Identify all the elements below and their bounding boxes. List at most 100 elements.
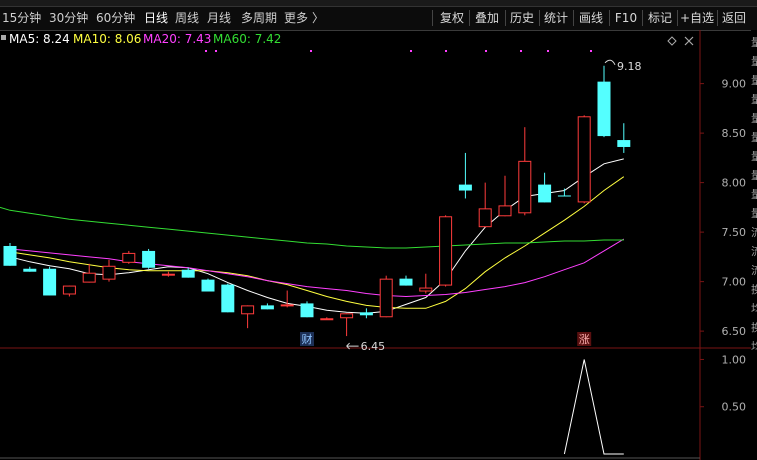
back-button[interactable]: 返回: [718, 8, 750, 28]
right-tab-label[interactable]: 量: [751, 37, 757, 49]
toolbar: 15分钟 30分钟 60分钟 日线 周线 月线 多周期 更多 〉 复权 叠加 历…: [0, 0, 757, 31]
signal-line: [563, 359, 624, 455]
y-tick-label: 7.50: [722, 226, 747, 239]
divider: [432, 10, 433, 26]
tab-weekly[interactable]: 周线: [175, 9, 199, 27]
right-tab-label[interactable]: 流: [751, 265, 757, 277]
right-tab-label[interactable]: 量: [751, 75, 757, 87]
y-tick-label: 0.50: [722, 401, 747, 414]
candle-body: [3, 245, 17, 266]
candle-body: [419, 287, 433, 292]
legend-ma10: MA10: 8.06: [73, 32, 141, 46]
diamond-icon[interactable]: [667, 36, 677, 46]
overlay-button[interactable]: 叠加: [471, 8, 503, 28]
kline-chart[interactable]: MA5: 8.24 MA10: 8.06 MA20: 7.43 MA60: 7.42 9…: [0, 30, 751, 460]
legend-ma20: MA20: 7.43: [143, 32, 211, 46]
candle-body: [478, 208, 492, 228]
candle-body: [221, 284, 235, 313]
series-ma5: [9, 158, 624, 314]
y-tick-label: 8.50: [722, 127, 747, 140]
add-watchlist-button[interactable]: +自选: [678, 8, 716, 28]
candle-body: [498, 205, 512, 217]
finance-marker: 财: [302, 332, 313, 346]
high-arrow: [604, 59, 616, 66]
candle-body: [241, 305, 255, 315]
right-panel-tabs[interactable]: 量量量量量量量量量量流流流换均换均: [751, 30, 757, 460]
mark-button[interactable]: 标记: [644, 8, 676, 28]
candle-body: [142, 250, 156, 268]
candle-body: [458, 184, 472, 191]
candle-body: [43, 268, 57, 296]
candle-body: [300, 303, 314, 318]
right-tab-label[interactable]: 量: [751, 170, 757, 182]
right-tab-label[interactable]: 量: [751, 189, 757, 201]
y-tick-label: 6.50: [722, 325, 747, 338]
rise-marker: 涨: [579, 333, 590, 346]
candle-body: [181, 269, 195, 278]
divider: [469, 10, 470, 26]
right-tab-label[interactable]: 量: [751, 56, 757, 68]
candle-body: [320, 318, 334, 321]
candle-body: [62, 285, 76, 295]
event-dot: [215, 50, 217, 52]
candle-body: [359, 312, 373, 316]
divider: [642, 10, 643, 26]
candle-body: [23, 268, 37, 272]
candle-body: [161, 273, 175, 276]
right-tab-label[interactable]: 量: [751, 132, 757, 144]
event-dot: [547, 50, 549, 52]
right-tab-label[interactable]: 流: [751, 227, 757, 239]
divider: [609, 10, 610, 26]
event-dot: [410, 50, 412, 52]
event-dot: [520, 50, 522, 52]
candle-body: [260, 305, 274, 310]
tab-daily[interactable]: 日线: [144, 9, 168, 27]
right-tab-label[interactable]: 均: [751, 303, 757, 315]
right-tab-label[interactable]: 流: [751, 246, 757, 258]
tab-multi-period[interactable]: 多周期: [241, 9, 277, 27]
candle-body: [597, 81, 611, 137]
top-strip: [0, 0, 757, 7]
divider: [573, 10, 574, 26]
y-tick-label: 8.00: [722, 177, 747, 190]
right-tab-label[interactable]: 量: [751, 208, 757, 220]
history-button[interactable]: 历史: [506, 8, 538, 28]
right-tab-label[interactable]: 量: [751, 151, 757, 163]
candle-body: [340, 313, 354, 319]
candle-body: [201, 279, 215, 292]
legend-ma60: MA60: 7.42: [213, 32, 281, 46]
tab-60min[interactable]: 60分钟: [96, 9, 135, 27]
series-ma20: [9, 238, 625, 298]
right-tab-label[interactable]: 换: [751, 322, 757, 334]
candle-body: [379, 278, 393, 318]
candle-body: [518, 160, 532, 214]
stats-button[interactable]: 统计: [540, 8, 572, 28]
right-tab-label[interactable]: 量: [751, 94, 757, 106]
event-dot: [590, 50, 592, 52]
right-tab-label[interactable]: 量: [751, 113, 757, 125]
f10-button[interactable]: F10: [611, 8, 641, 28]
tab-15min[interactable]: 15分钟: [2, 9, 41, 27]
candle-body: [577, 116, 591, 203]
y-tick-label: 1.00: [722, 353, 747, 366]
candle-body: [122, 252, 136, 263]
adjust-button[interactable]: 复权: [436, 8, 468, 28]
tab-monthly[interactable]: 月线: [207, 9, 231, 27]
right-tab-label[interactable]: 换: [751, 284, 757, 296]
draw-line-button[interactable]: 画线: [575, 8, 607, 28]
chevron-right-icon[interactable]: 〉: [312, 9, 324, 27]
candle-body: [557, 195, 571, 197]
high-price-label: 9.18: [617, 60, 642, 73]
close-icon[interactable]: [684, 36, 694, 46]
y-tick-label: 9.00: [722, 78, 747, 91]
candle-body: [399, 278, 413, 286]
tab-30min[interactable]: 30分钟: [49, 9, 88, 27]
y-tick-label: 7.00: [722, 276, 747, 289]
candle-body: [82, 272, 96, 283]
candle-body: [439, 216, 453, 286]
right-tab-label[interactable]: 均: [751, 341, 757, 353]
tab-more[interactable]: 更多: [284, 9, 308, 27]
event-dot: [445, 50, 447, 52]
legend-bullet: [1, 35, 6, 40]
legend-ma5: MA5: 8.24: [9, 32, 70, 46]
